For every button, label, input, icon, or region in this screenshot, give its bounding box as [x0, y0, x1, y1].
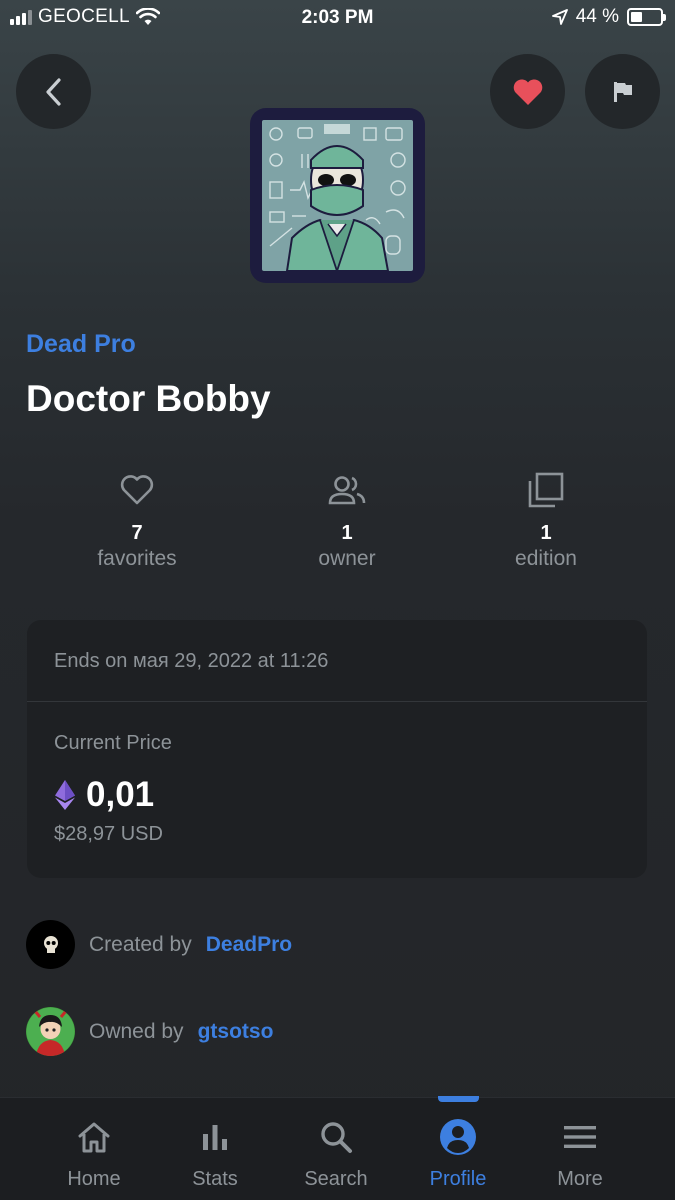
tab-home[interactable]: Home: [39, 1118, 149, 1191]
tab-home-label: Home: [67, 1168, 121, 1190]
editions-label: edition: [515, 547, 577, 570]
tab-search-label: Search: [304, 1168, 368, 1190]
editions-stat: 1 edition: [446, 470, 646, 571]
battery-percent: 44 %: [575, 6, 619, 27]
editions-count: 1: [540, 522, 552, 544]
tab-bar: Home Stats Search Profile More: [0, 1096, 675, 1200]
status-right: 44 %: [551, 6, 666, 28]
home-icon: [78, 1122, 110, 1153]
heart-outline-icon: [120, 475, 154, 505]
status-bar: GEOCELL 2:03 PM 44 %: [0, 0, 675, 36]
owner-row[interactable]: Owned by gtsotso: [26, 1007, 273, 1056]
tab-profile[interactable]: Profile: [403, 1118, 513, 1191]
search-icon: [321, 1122, 352, 1153]
active-tab-indicator: [438, 1096, 479, 1102]
owners-stat: 1 owner: [247, 470, 447, 571]
copies-icon: [528, 472, 564, 508]
report-button[interactable]: [585, 54, 660, 129]
heart-icon: [513, 78, 542, 105]
price-value: 0,01: [86, 775, 155, 814]
location-arrow-icon: [551, 9, 568, 25]
current-price-label: Current Price: [54, 732, 172, 754]
auction-end: Ends on мая 29, 2022 at 11:26: [27, 620, 647, 702]
created-by-label: Created by: [89, 932, 192, 956]
collection-link[interactable]: Dead Pro: [26, 330, 136, 359]
back-button[interactable]: [16, 54, 91, 129]
ethereum-icon: [55, 780, 75, 810]
owners-label: owner: [318, 547, 376, 570]
tab-stats-label: Stats: [192, 1168, 238, 1190]
tab-profile-label: Profile: [429, 1168, 487, 1190]
menu-icon: [564, 1126, 596, 1148]
ends-date: мая 29, 2022 at 11:26: [132, 650, 329, 672]
sale-card: Ends on мая 29, 2022 at 11:26 Current Pr…: [27, 620, 647, 878]
flag-icon: [613, 81, 632, 102]
price-usd: $28,97 USD: [54, 823, 163, 845]
favorite-button[interactable]: [490, 54, 565, 129]
creator-row[interactable]: Created by DeadPro: [26, 920, 292, 969]
tab-stats[interactable]: Stats: [160, 1118, 270, 1191]
battery-icon: [627, 8, 666, 26]
owner-link[interactable]: gtsotso: [198, 1020, 274, 1044]
tab-search[interactable]: Search: [281, 1118, 391, 1191]
artwork-image: [262, 120, 413, 271]
profile-icon: [440, 1119, 476, 1155]
favorites-stat: 7 favorites: [37, 470, 237, 571]
favorites-count: 7: [131, 522, 143, 544]
item-title: Doctor Bobby: [26, 378, 271, 419]
chevron-left-icon: [45, 77, 61, 106]
stats-icon: [203, 1125, 227, 1150]
nft-artwork[interactable]: [250, 108, 425, 283]
favorites-label: favorites: [97, 547, 177, 570]
tab-more-label: More: [557, 1168, 603, 1190]
owner-avatar[interactable]: [26, 1007, 75, 1056]
ends-label: Ends on: [54, 650, 128, 672]
creator-link[interactable]: DeadPro: [206, 933, 292, 957]
people-icon: [328, 476, 366, 505]
tab-more[interactable]: More: [525, 1118, 635, 1191]
owned-by-label: Owned by: [89, 1019, 184, 1043]
owners-count: 1: [341, 522, 353, 544]
creator-avatar[interactable]: [26, 920, 75, 969]
